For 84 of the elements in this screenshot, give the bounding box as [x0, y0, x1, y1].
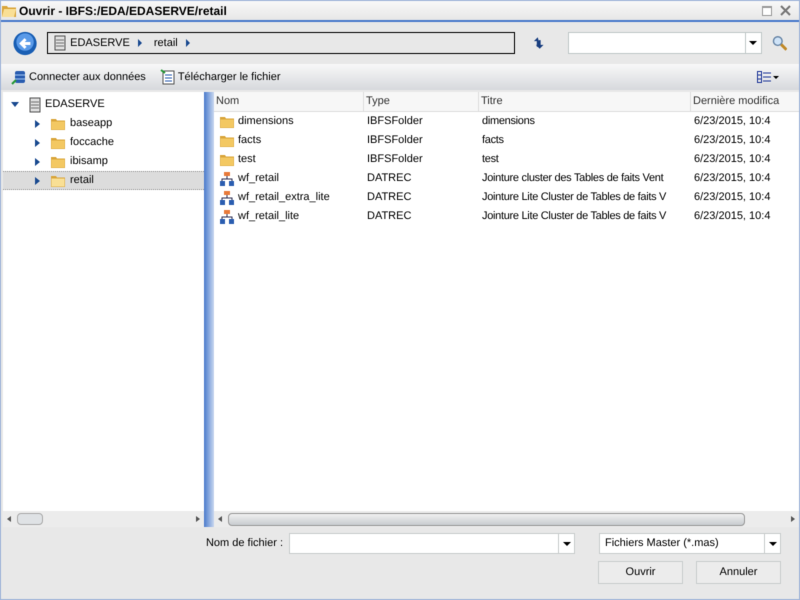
table-cell-text: 6/23/2015, 10:4 — [694, 114, 770, 130]
table-cell-text: test — [482, 152, 499, 168]
network-icon — [219, 208, 235, 224]
breadcrumb-item[interactable]: retail — [154, 34, 178, 52]
table-cell-text: 6/23/2015, 10:4 — [694, 190, 770, 206]
table-cell-text: dimensions — [482, 114, 535, 130]
file-name[interactable]: wf_retail — [238, 170, 279, 187]
filename-field[interactable] — [289, 533, 575, 554]
splitter[interactable] — [204, 92, 214, 527]
folder-icon — [219, 152, 235, 166]
folder-icon — [219, 134, 235, 148]
search-field[interactable] — [568, 32, 762, 54]
table-cell-text: DATREC — [367, 190, 412, 206]
table-cell-text: DATREC — [367, 209, 412, 224]
folder-icon — [219, 114, 235, 128]
table-cell-text: 6/23/2015, 10:4 — [694, 133, 770, 148]
scroll-left-icon[interactable] — [218, 516, 222, 522]
tree-item[interactable]: ibisamp — [3, 152, 204, 171]
server-icon — [54, 35, 66, 51]
close-icon[interactable] — [780, 5, 791, 16]
table-cell-text: Jointure Lite Cluster de Tables de faits V — [482, 209, 666, 224]
tree-item[interactable]: EDASERVE — [3, 95, 204, 114]
database-icon — [11, 69, 27, 85]
breadcrumb-item[interactable]: EDASERVE — [54, 34, 130, 52]
address-bar[interactable]: EDASERVE retail — [47, 32, 515, 54]
table-cell-text: 6/23/2015, 10:4 — [694, 209, 770, 224]
dialog-button[interactable]: Ouvrir — [598, 561, 683, 584]
file-name[interactable]: facts — [238, 132, 262, 149]
table-cell-text: IBFSFolder — [367, 114, 423, 130]
column-header[interactable]: Dernière modifica — [691, 92, 799, 111]
scrollbar-thumb[interactable] — [17, 513, 43, 525]
dialog-button[interactable]: Annuler — [696, 561, 781, 584]
table-cell-text: IBFSFolder — [367, 152, 423, 168]
window-title: Ouvrir - IBFS:/EDA/EDASERVE/retail — [19, 2, 227, 20]
expand-icon[interactable] — [35, 138, 40, 146]
scroll-left-icon[interactable] — [7, 516, 11, 522]
scroll-right-icon[interactable] — [791, 516, 795, 522]
expand-icon[interactable] — [35, 120, 40, 128]
folder-icon — [1, 4, 17, 18]
view-menu-button[interactable] — [757, 71, 779, 83]
column-header[interactable]: Nom — [214, 92, 364, 111]
network-icon — [219, 170, 235, 186]
caret-icon — [768, 542, 776, 546]
back-button[interactable] — [13, 30, 38, 56]
tree-item[interactable]: retail — [3, 171, 204, 190]
caret-icon[interactable] — [562, 542, 570, 546]
expand-icon[interactable] — [35, 176, 40, 184]
folder-icon — [50, 116, 66, 130]
table-cell-text: Jointure cluster des Tables de faits Vent — [482, 171, 664, 186]
file-name[interactable]: wf_retail_lite — [238, 208, 300, 225]
list-view-icon — [757, 71, 771, 83]
filename-label: Nom de fichier : — [206, 536, 283, 552]
collapse-icon[interactable] — [11, 102, 19, 107]
table-cell-text: 6/23/2015, 10:4 — [694, 152, 770, 168]
caret-icon — [138, 39, 142, 47]
folder-icon — [50, 174, 66, 188]
file-name[interactable]: wf_retail_extra_lite — [238, 189, 330, 206]
search-icon[interactable] — [772, 35, 788, 51]
folder-icon — [50, 136, 66, 150]
scrollbar-thumb[interactable] — [228, 512, 745, 526]
table-cell-text: Jointure Lite Cluster de Tables de faits V — [482, 190, 666, 206]
caret-icon — [186, 39, 190, 47]
expand-icon[interactable] — [35, 158, 40, 166]
document-icon — [160, 69, 176, 85]
file-name[interactable]: test — [238, 151, 256, 168]
file-type-dropdown[interactable]: Fichiers Master (*.mas) — [599, 533, 781, 554]
table-cell-text: IBFSFolder — [367, 133, 423, 148]
scroll-right-icon[interactable] — [196, 516, 200, 522]
server-icon — [29, 96, 41, 112]
table-cell-text: facts — [482, 133, 504, 148]
network-icon — [219, 190, 235, 206]
tree-item[interactable]: baseapp — [3, 114, 204, 133]
tree-item[interactable]: foccache — [3, 133, 204, 152]
table-cell-text: 6/23/2015, 10:4 — [694, 171, 770, 186]
caret-icon — [773, 76, 779, 78]
toolbar-button[interactable]: Télécharger le fichier — [160, 68, 281, 86]
table-cell-text: DATREC — [367, 171, 412, 186]
toolbar-button[interactable]: Connecter aux données — [11, 68, 146, 86]
column-header[interactable]: Titre — [479, 92, 691, 111]
caret-icon[interactable] — [749, 41, 758, 45]
folder-icon — [50, 154, 66, 168]
column-header[interactable]: Type — [364, 92, 479, 111]
maximize-icon[interactable] — [762, 6, 772, 16]
file-name[interactable]: dimensions — [238, 113, 294, 130]
